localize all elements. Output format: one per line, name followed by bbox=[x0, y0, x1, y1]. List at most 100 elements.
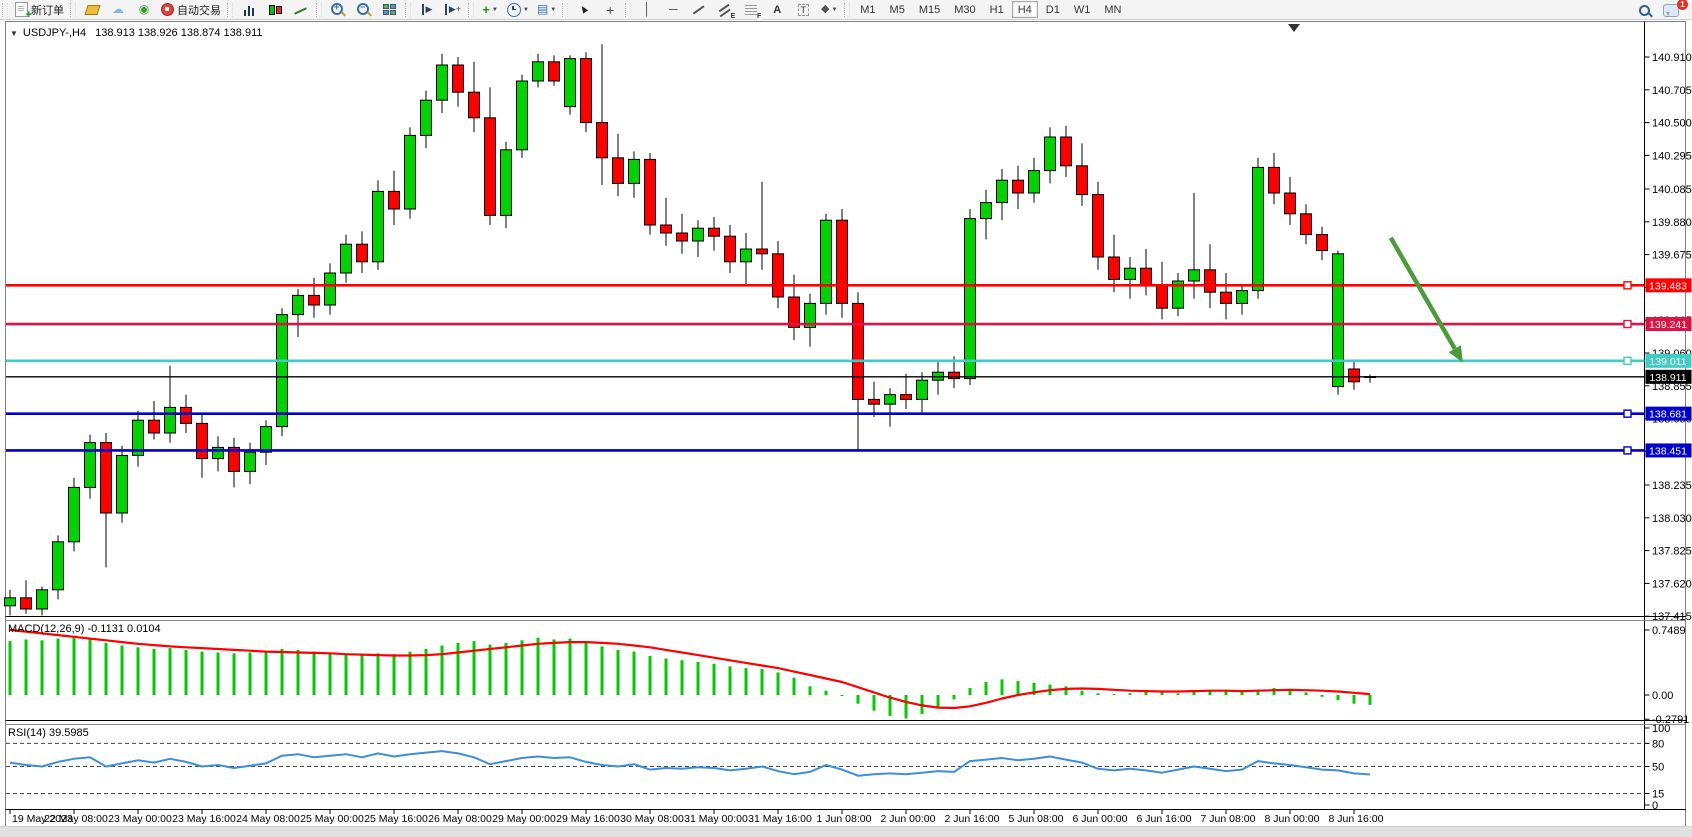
svg-text:2 Jun 00:00: 2 Jun 00:00 bbox=[881, 813, 936, 825]
horizontal-line-icon: ─ bbox=[669, 2, 678, 17]
search-button[interactable] bbox=[1633, 1, 1657, 20]
svg-text:140.085: 140.085 bbox=[1652, 184, 1692, 196]
svg-text:100: 100 bbox=[1652, 723, 1670, 735]
toolbar-separator bbox=[227, 3, 233, 17]
timeframe-m30-button[interactable]: M30 bbox=[948, 1, 981, 18]
equidistant-channel-button[interactable]: E bbox=[713, 0, 737, 19]
gold-bar-icon bbox=[84, 5, 100, 15]
clock-icon bbox=[507, 3, 521, 17]
periods-button[interactable]: ▼ bbox=[504, 0, 532, 19]
fibonacci-button[interactable]: F bbox=[739, 0, 763, 19]
svg-text:140.910: 140.910 bbox=[1652, 52, 1692, 64]
toolbar-separator bbox=[316, 3, 322, 17]
svg-text:8 Jun 00:00: 8 Jun 00:00 bbox=[1265, 813, 1320, 825]
timeframe-m15-button[interactable]: M15 bbox=[913, 1, 946, 18]
timeframe-w1-button[interactable]: W1 bbox=[1068, 1, 1097, 18]
svg-text:139.011: 139.011 bbox=[1649, 356, 1686, 368]
chart-shift-button[interactable]: ▶+ bbox=[441, 0, 465, 19]
tile-windows-button[interactable] bbox=[378, 0, 402, 19]
chart-canvas[interactable]: 140.910140.705140.500140.295140.085139.8… bbox=[0, 20, 1692, 836]
timeframe-m5-button[interactable]: M5 bbox=[884, 1, 911, 18]
svg-text:1 Jun 08:00: 1 Jun 08:00 bbox=[817, 813, 872, 825]
timeframe-h4-button[interactable]: H4 bbox=[1012, 1, 1038, 18]
new-order-button-label: 新订单 bbox=[31, 2, 64, 18]
svg-text:31 May 00:00: 31 May 00:00 bbox=[684, 813, 748, 825]
horizontal-line-button[interactable]: ─ bbox=[661, 0, 685, 19]
chat-button[interactable]: 1 bbox=[1659, 1, 1683, 20]
equidistant-channel-icon: E bbox=[718, 4, 732, 16]
text-button[interactable]: A bbox=[765, 0, 789, 19]
cursor-icon: ▲ bbox=[576, 1, 592, 17]
svg-text:140.705: 140.705 bbox=[1652, 85, 1692, 97]
chevron-down-icon: ▼ bbox=[832, 7, 838, 13]
text-label-button[interactable]: T bbox=[791, 0, 815, 19]
zoom-out-button[interactable]: − bbox=[352, 0, 376, 19]
timeframe-h1-button[interactable]: H1 bbox=[984, 1, 1010, 18]
zoom-out-icon: − bbox=[357, 3, 371, 17]
crosshair-icon: + bbox=[606, 2, 614, 18]
candles bbox=[5, 44, 1376, 615]
svg-text:23 May 16:00: 23 May 16:00 bbox=[172, 813, 236, 825]
bar-chart-button[interactable] bbox=[237, 0, 261, 19]
crosshair-button[interactable]: + bbox=[598, 0, 622, 19]
svg-text:25 May 00:00: 25 May 00:00 bbox=[300, 813, 364, 825]
bar-chart-icon bbox=[243, 4, 255, 16]
line-chart-icon bbox=[294, 4, 308, 16]
zoom-in-icon: + bbox=[331, 3, 345, 17]
trendline-button[interactable] bbox=[687, 0, 711, 19]
timeframe-d1-button[interactable]: D1 bbox=[1040, 1, 1066, 18]
svg-text:24 May 08:00: 24 May 08:00 bbox=[236, 813, 300, 825]
autotrade-button[interactable]: 自动交易 bbox=[158, 0, 224, 19]
toolbar-separator bbox=[562, 3, 568, 17]
svg-text:139.880: 139.880 bbox=[1652, 217, 1692, 229]
svg-text:7 Jun 08:00: 7 Jun 08:00 bbox=[1201, 813, 1256, 825]
new-order-button[interactable]: 新订单 bbox=[12, 0, 67, 19]
svg-text:6 Jun 16:00: 6 Jun 16:00 bbox=[1137, 813, 1192, 825]
main-toolbar: 新订单☁◉自动交易+−▶▶++▼▼▤▼▲+│─EFAT◆▼M1M5M15M30H… bbox=[0, 0, 1692, 20]
chart-shift-marker[interactable] bbox=[1288, 24, 1300, 32]
svg-text:80: 80 bbox=[1652, 738, 1664, 750]
timeframe-m1-button[interactable]: M1 bbox=[854, 1, 881, 18]
timeframe-mn-button[interactable]: MN bbox=[1098, 1, 1127, 18]
candle-chart-button[interactable] bbox=[263, 0, 287, 19]
search-icon bbox=[1638, 4, 1652, 18]
auto-scroll-button[interactable]: ▶ bbox=[415, 0, 439, 19]
svg-text:29 May 00:00: 29 May 00:00 bbox=[492, 813, 556, 825]
notification-badge: 1 bbox=[1677, 0, 1688, 10]
price-axis[interactable]: 140.910140.705140.500140.295140.085139.8… bbox=[1645, 52, 1692, 812]
svg-text:6 Jun 00:00: 6 Jun 00:00 bbox=[1073, 813, 1128, 825]
time-axis[interactable]: 19 May 202322 May 08:0023 May 00:0023 Ma… bbox=[10, 810, 1384, 826]
publisher-button[interactable]: ☁ bbox=[106, 0, 130, 19]
templates-button[interactable]: ▤▼ bbox=[534, 0, 559, 19]
fibonacci-icon: F bbox=[745, 5, 757, 15]
chevron-down-icon: ▼ bbox=[523, 7, 529, 13]
cursor-button[interactable]: ▲ bbox=[572, 0, 596, 19]
signals-button[interactable]: ◉ bbox=[132, 0, 156, 19]
template-icon: ▤ bbox=[537, 2, 548, 17]
line-chart-button[interactable] bbox=[289, 0, 313, 19]
chart-shift-icon: ▶+ bbox=[445, 4, 461, 15]
svg-text:137.825: 137.825 bbox=[1652, 546, 1692, 558]
broadcast-signal-icon: ◉ bbox=[139, 2, 149, 17]
svg-text:139.675: 139.675 bbox=[1652, 250, 1692, 262]
gold-symbol-button[interactable] bbox=[80, 0, 104, 19]
arrows-button[interactable]: ◆▼ bbox=[817, 0, 841, 19]
zoom-in-button[interactable]: + bbox=[326, 0, 350, 19]
svg-text:8 Jun 16:00: 8 Jun 16:00 bbox=[1329, 813, 1384, 825]
svg-text:137.620: 137.620 bbox=[1652, 578, 1692, 590]
toolbar-separator bbox=[844, 3, 850, 17]
indicators-button[interactable]: +▼ bbox=[478, 0, 502, 19]
down-arrow-annotation[interactable] bbox=[1391, 238, 1463, 363]
toolbar-separator bbox=[70, 3, 76, 17]
svg-text:25 May 16:00: 25 May 16:00 bbox=[364, 813, 428, 825]
svg-text:139.241: 139.241 bbox=[1649, 319, 1687, 331]
toolbar-separator bbox=[625, 3, 631, 17]
rsi-indicator bbox=[10, 751, 1370, 776]
horizontal-line-objects[interactable]: 139.483139.241139.011138.681138.451138.9… bbox=[6, 278, 1692, 457]
new-order-icon bbox=[15, 2, 28, 17]
vertical-line-button[interactable]: │ bbox=[635, 0, 659, 19]
svg-text:31 May 16:00: 31 May 16:00 bbox=[748, 813, 812, 825]
svg-text:138.911: 138.911 bbox=[1649, 372, 1686, 384]
svg-text:2 Jun 16:00: 2 Jun 16:00 bbox=[945, 813, 1000, 825]
svg-text:5 Jun 08:00: 5 Jun 08:00 bbox=[1009, 813, 1064, 825]
